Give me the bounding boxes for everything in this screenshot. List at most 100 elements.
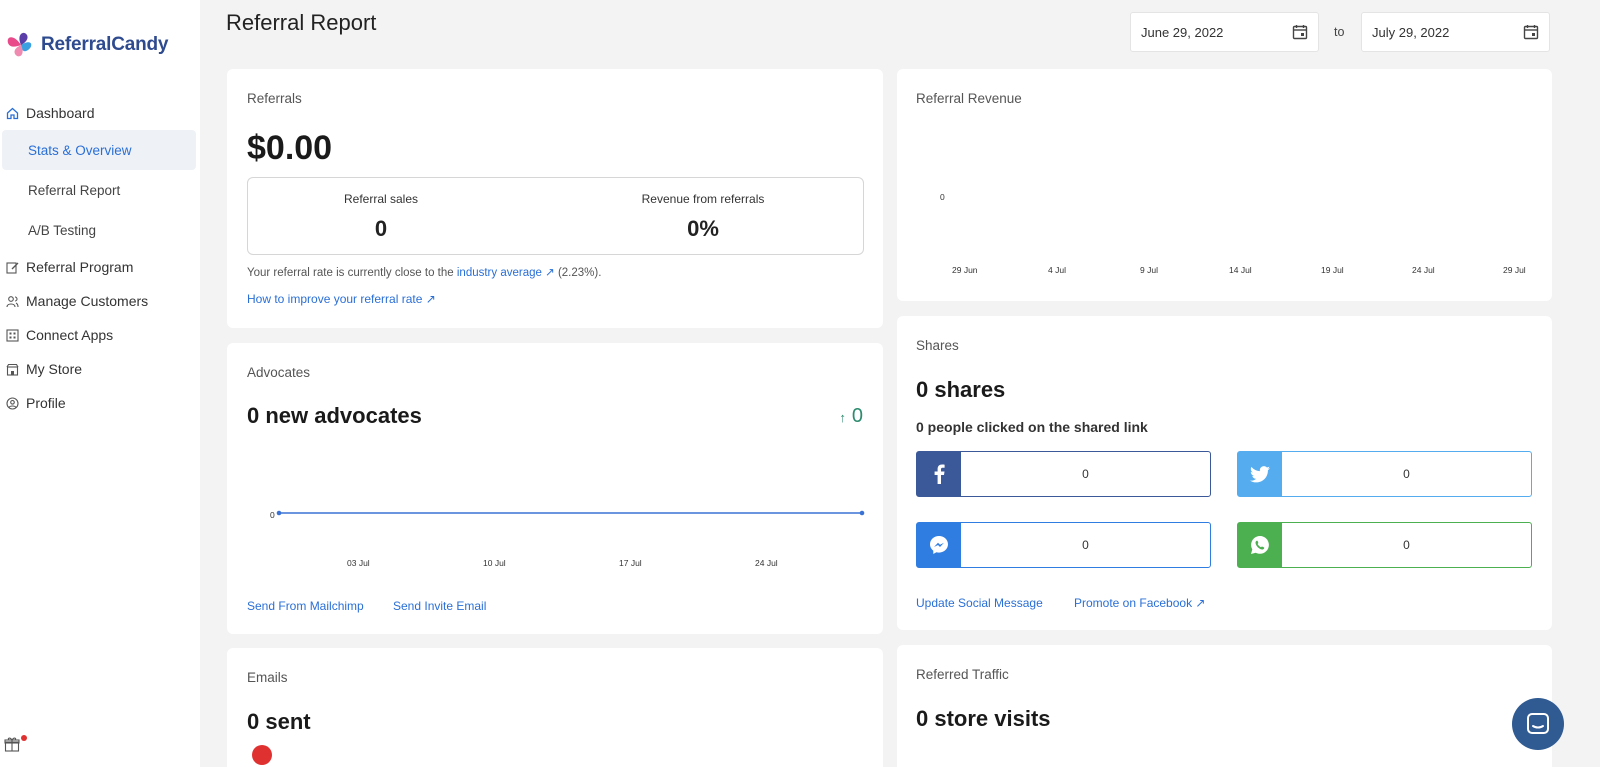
new-advocates-headline: 0 new advocates — [247, 403, 422, 428]
end-date-value: July 29, 2022 — [1372, 24, 1450, 40]
sidebar-nav: Dashboard Stats & Overview Referral Repo… — [0, 96, 200, 420]
y-axis-zero: 0 — [940, 192, 945, 202]
start-date-value: June 29, 2022 — [1141, 24, 1224, 40]
whatsapp-icon — [1238, 523, 1282, 567]
referral-sales-label: Referral sales — [343, 192, 419, 206]
sidebar-item-label: Manage Customers — [26, 293, 149, 309]
referral-stats-box: Referral sales 0 Revenue from referrals … — [247, 177, 864, 255]
x-tick: 29 Jun — [952, 265, 978, 275]
industry-average-link[interactable]: industry average ↗ — [457, 267, 555, 279]
sidebar-item-manage-customers[interactable]: Manage Customers — [0, 284, 200, 318]
twitter-share-stat[interactable]: 0 — [1237, 451, 1532, 497]
x-tick: 29 Jul — [1503, 265, 1526, 275]
card-title: Referred Traffic — [916, 667, 1009, 682]
card-title: Emails — [247, 670, 288, 685]
recording-indicator — [252, 745, 272, 765]
promote-on-facebook-link[interactable]: Promote on Facebook ↗ — [1074, 596, 1205, 610]
store-visits-headline: 0 store visits — [916, 706, 1051, 731]
shares-headline: 0 shares — [916, 377, 1006, 402]
edit-icon — [6, 261, 19, 274]
referral-amount: $0.00 — [247, 129, 333, 167]
promote-link-text: Promote on Facebook — [1074, 596, 1193, 610]
referral-revenue-card: Referral Revenue 0 29 Jun 4 Jul 9 Jul 14… — [897, 69, 1552, 301]
sidebar-item-ab-testing[interactable]: A/B Testing — [0, 210, 200, 250]
sidebar-item-connect-apps[interactable]: Connect Apps — [0, 318, 200, 352]
home-icon — [6, 107, 19, 120]
card-title: Advocates — [247, 365, 311, 380]
advocates-change: ↑ 0 — [839, 405, 863, 428]
sidebar-item-stats-overview[interactable]: Stats & Overview — [2, 130, 196, 170]
arrow-up-icon: ↑ — [839, 410, 846, 425]
x-tick: 14 Jul — [1229, 265, 1252, 275]
industry-average-link-text: industry average — [456, 267, 542, 279]
x-tick: 24 Jul — [755, 558, 778, 568]
notification-dot — [21, 735, 27, 741]
facebook-icon — [917, 452, 961, 496]
facebook-share-stat[interactable]: 0 — [916, 451, 1211, 497]
sidebar-item-label: Connect Apps — [26, 327, 114, 343]
rate-text-before: Your referral rate is currently close to… — [247, 267, 454, 279]
sidebar-item-label: Dashboard — [26, 105, 95, 121]
sidebar-item-profile[interactable]: Profile — [0, 386, 200, 420]
whatsapp-share-count: 0 — [1403, 538, 1410, 552]
messenger-share-count: 0 — [1082, 538, 1089, 552]
sidebar-item-dashboard[interactable]: Dashboard — [0, 96, 200, 130]
sidebar-item-my-store[interactable]: My Store — [0, 352, 200, 386]
card-title: Referral Revenue — [916, 91, 1022, 106]
rate-text-after: (2.23%). — [557, 267, 602, 279]
revenue-from-referrals-value: 0% — [687, 216, 719, 241]
emails-sent-headline: 0 sent — [247, 709, 311, 734]
chat-launcher-button[interactable] — [1512, 698, 1564, 750]
referral-rate-note: Your referral rate is currently close to… — [247, 265, 601, 279]
facebook-share-count: 0 — [1082, 467, 1089, 481]
apps-icon — [6, 328, 19, 342]
calendar-icon[interactable] — [1523, 24, 1539, 40]
date-range-separator: to — [1334, 25, 1345, 39]
end-date-input[interactable]: July 29, 2022 — [1361, 12, 1550, 52]
referral-sales-value: 0 — [374, 216, 388, 241]
external-link-icon: ↗ — [1195, 596, 1206, 610]
x-tick: 03 Jul — [347, 558, 370, 568]
messenger-icon — [917, 523, 961, 567]
start-date-input[interactable]: June 29, 2022 — [1130, 12, 1319, 52]
advocates-change-value: 0 — [851, 405, 863, 427]
store-icon — [6, 363, 19, 376]
users-icon — [6, 295, 19, 308]
referred-traffic-card: Referred Traffic 0 store visits — [897, 645, 1552, 767]
x-tick: 9 Jul — [1140, 265, 1158, 275]
card-title: Shares — [916, 338, 959, 353]
sidebar-item-referral-program[interactable]: Referral Program — [0, 250, 200, 284]
send-from-mailchimp-link[interactable]: Send From Mailchimp — [247, 599, 364, 613]
update-social-message-link[interactable]: Update Social Message — [916, 596, 1043, 610]
emails-card: Emails 0 sent — [227, 648, 883, 767]
whatsapp-share-stat[interactable]: 0 — [1237, 522, 1532, 568]
x-tick: 17 Jul — [619, 558, 642, 568]
referrals-card: Referrals $0.00 Referral sales 0 Revenue… — [227, 69, 883, 328]
external-link-icon: ↗ — [425, 292, 436, 306]
revenue-from-referrals-label: Revenue from referrals — [641, 192, 765, 206]
data-point — [276, 510, 282, 516]
sidebar: ReferralCandy Dashboard Stats & Overview… — [0, 0, 200, 767]
logo[interactable]: ReferralCandy — [4, 28, 168, 62]
sidebar-item-label: Referral Program — [26, 259, 134, 275]
send-invite-email-link[interactable]: Send Invite Email — [393, 599, 486, 613]
profile-icon — [6, 396, 19, 410]
improve-referral-rate-link[interactable]: How to improve your referral rate ↗ — [247, 292, 436, 306]
x-tick: 24 Jul — [1412, 265, 1435, 275]
x-tick: 19 Jul — [1321, 265, 1344, 275]
card-title: Referrals — [247, 91, 302, 106]
x-tick: 4 Jul — [1048, 265, 1066, 275]
sidebar-item-referral-report[interactable]: Referral Report — [0, 170, 200, 210]
shares-card: Shares 0 shares 0 people clicked on the … — [897, 316, 1552, 630]
advocates-card: Advocates 0 new advocates ↑ 0 0 03 Jul 10… — [227, 343, 883, 634]
data-point — [859, 510, 865, 516]
sidebar-item-label: Profile — [26, 395, 66, 411]
gift-icon[interactable] — [4, 736, 20, 752]
x-tick: 10 Jul — [483, 558, 506, 568]
candy-logo-icon — [7, 32, 32, 57]
messenger-share-stat[interactable]: 0 — [916, 522, 1211, 568]
calendar-icon[interactable] — [1292, 24, 1308, 40]
sidebar-item-label: My Store — [26, 361, 83, 377]
advocates-line-chart — [276, 510, 865, 516]
chat-icon — [1527, 713, 1549, 734]
